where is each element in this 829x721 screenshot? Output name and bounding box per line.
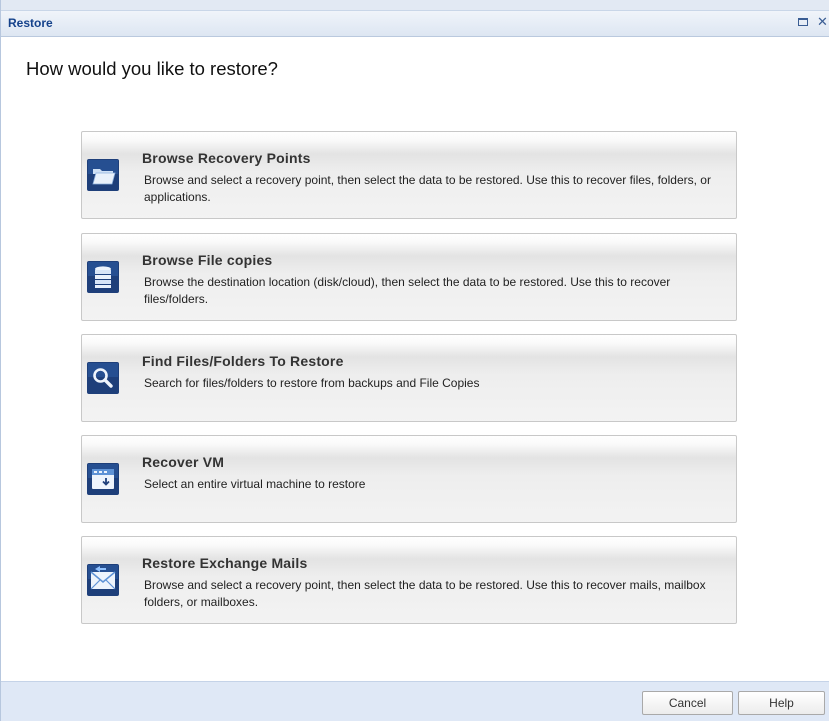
top-strip	[1, 0, 829, 10]
title-bar: Restore ✕	[1, 10, 829, 37]
page-heading: How would you like to restore?	[26, 58, 278, 79]
close-icon[interactable]: ✕	[817, 15, 828, 30]
folder-icon	[86, 158, 120, 192]
option-title: Find Files/Folders To Restore	[142, 353, 344, 369]
option-title: Browse File copies	[142, 252, 273, 268]
cancel-button[interactable]: Cancel	[642, 691, 733, 715]
option-description: Browse and select a recovery point, then…	[144, 173, 711, 204]
option-description: Select an entire virtual machine to rest…	[144, 477, 366, 491]
dialog-footer: Cancel Help	[1, 681, 829, 721]
option-description: Search for files/folders to restore from…	[144, 376, 480, 390]
option-browse-file-copies[interactable]: Browse File copies Browse the destinatio…	[81, 233, 737, 321]
option-title: Restore Exchange Mails	[142, 555, 308, 571]
option-restore-exchange-mails[interactable]: Restore Exchange Mails Browse and select…	[81, 536, 737, 624]
option-browse-recovery-points[interactable]: Browse Recovery Points Browse and select…	[81, 131, 737, 219]
database-stack-icon	[86, 260, 120, 294]
virtual-machine-icon	[86, 462, 120, 496]
mail-restore-icon	[86, 563, 120, 597]
help-button[interactable]: Help	[738, 691, 825, 715]
option-find-files-folders[interactable]: Find Files/Folders To Restore Search for…	[81, 334, 737, 422]
restore-dialog: Restore ✕ How would you like to restore?…	[0, 0, 829, 721]
option-description: Browse and select a recovery point, then…	[144, 578, 706, 609]
maximize-icon[interactable]	[798, 18, 808, 26]
magnifier-icon	[86, 361, 120, 395]
option-recover-vm[interactable]: Recover VM Select an entire virtual mach…	[81, 435, 737, 523]
window-title: Restore	[8, 16, 53, 30]
option-title: Recover VM	[142, 454, 225, 470]
option-title: Browse Recovery Points	[142, 150, 311, 166]
option-description: Browse the destination location (disk/cl…	[144, 275, 671, 306]
